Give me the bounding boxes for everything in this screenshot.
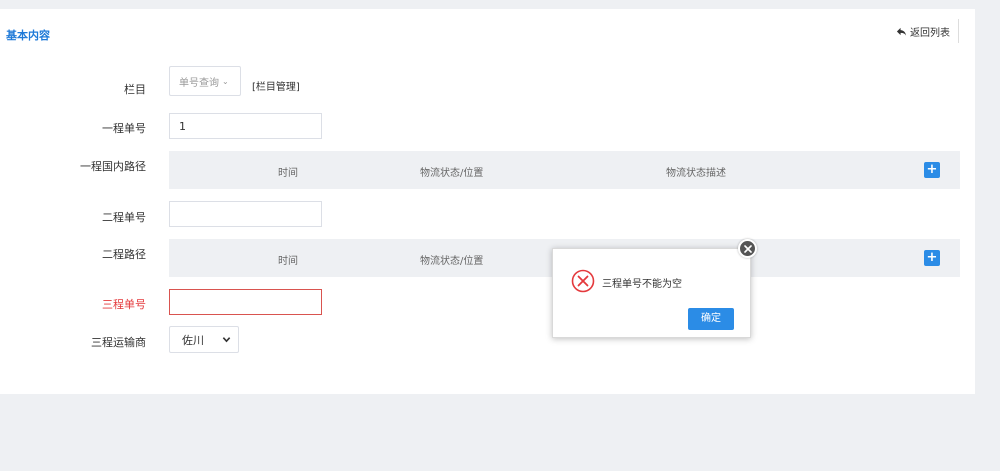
first-leg-route-grid: 时间 物流状态/位置 物流状态描述 + [169,151,960,189]
third-leg-number-input[interactable] [169,289,322,315]
second-leg-number-label: 二程单号 [102,211,146,224]
column-label: 栏目 [124,83,146,96]
section-title: 基本内容 [6,29,50,42]
first-leg-number-label: 一程单号 [102,122,146,135]
first-leg-number-input[interactable]: 1 [169,113,322,139]
chevron-down-icon [222,337,231,343]
plus-icon: + [926,250,938,265]
chevron-down-icon: ⌄ [222,76,229,86]
grid-header-time: 时间 [278,256,298,267]
column-manage-link[interactable]: [栏目管理] [252,78,300,93]
plus-icon: + [926,162,938,177]
dialog-close-button[interactable] [738,239,757,258]
third-leg-carrier-label: 三程运输商 [91,336,146,349]
confirm-button[interactable]: 确定 [688,308,734,330]
column-select-value: 单号查询 [179,77,219,89]
grid-header-status-location: 物流状态/位置 [420,168,484,179]
add-row-button[interactable]: + [924,250,940,266]
first-leg-route-label: 一程国内路径 [80,160,146,173]
reply-arrow-icon [896,27,907,36]
form-panel: 基本内容 返回列表 [0,9,975,394]
close-icon [743,244,752,253]
back-to-list-button[interactable]: 返回列表 [896,19,959,43]
third-leg-number-label: 三程单号 [102,298,146,311]
second-leg-number-input[interactable] [169,201,322,227]
grid-header-status-description: 物流状态描述 [666,168,726,179]
column-select[interactable]: 单号查询 ⌄ [169,66,241,96]
error-circle-icon [571,269,595,293]
carrier-select-value: 佐川 [182,333,204,347]
second-leg-route-label: 二程路径 [102,248,146,261]
add-row-button[interactable]: + [924,162,940,178]
third-leg-carrier-select[interactable]: 佐川 [169,326,239,353]
grid-header-status-location: 物流状态/位置 [420,256,484,267]
dialog-message: 三程单号不能为空 [602,279,682,290]
grid-header-time: 时间 [278,168,298,179]
error-dialog: 三程单号不能为空 确定 [552,248,751,338]
back-to-list-label: 返回列表 [910,27,950,39]
